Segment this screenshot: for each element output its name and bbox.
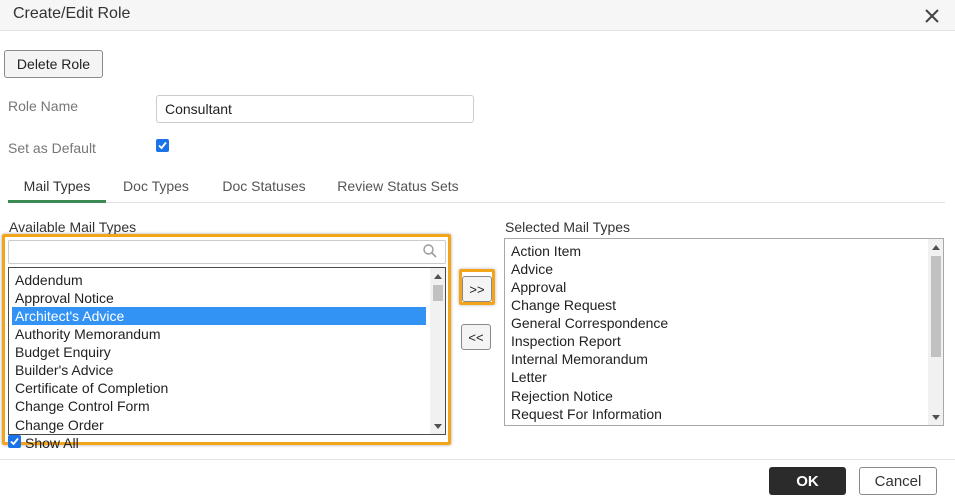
scroll-thumb[interactable] (931, 256, 941, 357)
role-name-label: Role Name (8, 98, 79, 114)
role-name-input[interactable] (156, 95, 474, 123)
list-item[interactable]: Request For Information (508, 405, 926, 423)
cancel-button[interactable]: Cancel (859, 467, 937, 495)
scroll-up-arrow[interactable] (928, 239, 943, 254)
list-item[interactable]: General Correspondence (508, 314, 926, 332)
search-icon (423, 244, 437, 258)
delete-role-button[interactable]: Delete Role (4, 50, 103, 78)
triangle-up-icon (931, 244, 940, 250)
list-item[interactable]: Authority Memorandum (12, 325, 426, 343)
scroll-down-arrow[interactable] (430, 419, 445, 434)
remove-selected-button[interactable]: << (461, 324, 491, 350)
check-icon (158, 141, 167, 150)
selected-scrollbar[interactable] (928, 239, 943, 425)
list-item[interactable]: Addendum (12, 271, 426, 289)
dialog-header: Create/Edit Role (0, 0, 955, 31)
set-default-label: Set as Default (8, 140, 96, 156)
list-item[interactable]: Certificate of Completion (12, 379, 426, 397)
available-label: Available Mail Types (9, 219, 137, 235)
tab-bar: Mail Types Doc Types Doc Statuses Review… (8, 170, 945, 203)
scroll-thumb[interactable] (433, 285, 443, 301)
check-icon (10, 437, 19, 446)
close-button[interactable] (920, 4, 944, 28)
selected-list[interactable]: Action Item Advice Approval Change Reque… (504, 238, 944, 426)
set-default-checkbox[interactable] (156, 139, 169, 152)
show-all-checkbox[interactable] (8, 435, 21, 448)
list-item[interactable]: Internal Memorandum (508, 350, 926, 368)
dialog-title: Create/Edit Role (13, 5, 131, 22)
close-icon (925, 9, 939, 23)
list-item[interactable]: Rejection Notice (508, 387, 926, 405)
selected-label: Selected Mail Types (505, 219, 631, 235)
list-item[interactable]: Approval (508, 278, 926, 296)
list-item[interactable]: Letter (508, 368, 926, 386)
list-item[interactable]: Builder's Advice (12, 361, 426, 379)
tab-doc-statuses[interactable]: Doc Statuses (212, 170, 316, 202)
list-item[interactable]: Change Order (12, 416, 426, 434)
list-item[interactable]: Budget Enquiry (12, 343, 426, 361)
show-all-label: Show All (25, 435, 79, 451)
list-item[interactable]: Advice (508, 260, 926, 278)
ok-button[interactable]: OK (769, 467, 846, 495)
tab-doc-types[interactable]: Doc Types (113, 170, 199, 202)
available-list[interactable]: Addendum Approval Notice Architect's Adv… (8, 267, 446, 435)
tab-mail-types[interactable]: Mail Types (8, 170, 106, 203)
scroll-up-arrow[interactable] (430, 268, 445, 283)
available-scrollbar[interactable] (430, 268, 445, 434)
list-item[interactable]: Change Control Form (12, 397, 426, 415)
list-item-selected[interactable]: Architect's Advice (12, 307, 426, 325)
add-selected-button[interactable]: >> (462, 276, 492, 302)
triangle-up-icon (433, 273, 442, 279)
triangle-down-icon (931, 414, 940, 420)
available-search-input[interactable] (8, 240, 446, 264)
scroll-down-arrow[interactable] (928, 410, 943, 425)
tab-review-status-sets[interactable]: Review Status Sets (330, 170, 466, 202)
list-item[interactable]: Approval Notice (12, 289, 426, 307)
list-item[interactable]: Action Item (508, 242, 926, 260)
list-item[interactable]: Change Request (508, 296, 926, 314)
triangle-down-icon (433, 423, 442, 429)
list-item[interactable]: Inspection Report (508, 332, 926, 350)
